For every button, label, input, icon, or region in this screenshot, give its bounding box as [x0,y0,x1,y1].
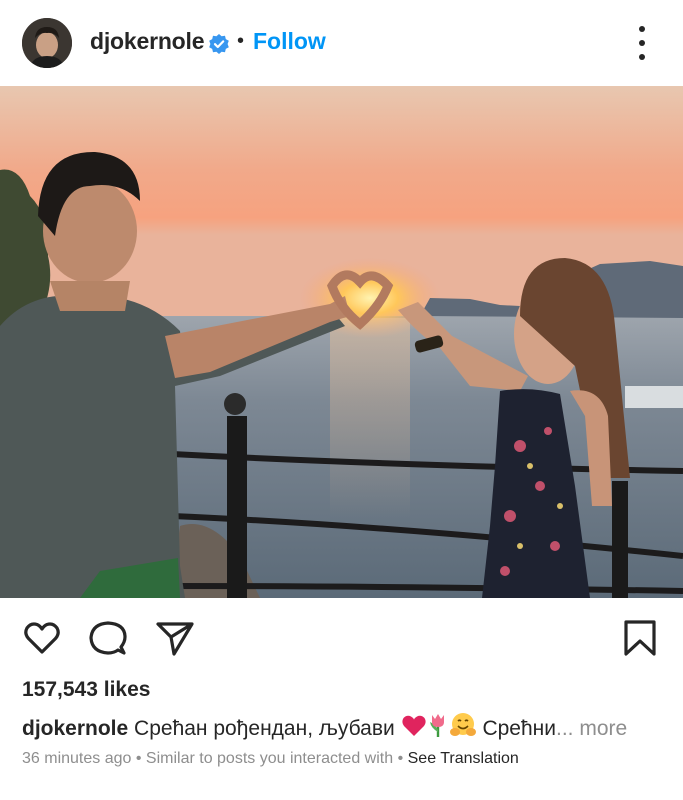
send-icon[interactable] [155,618,195,658]
caption-text: Срећан рођендан, љубави [134,717,395,740]
post-header: djokernole • Follow [0,0,683,86]
more-options-icon[interactable] [630,26,654,60]
caption-username[interactable]: djokernole [22,717,128,740]
red-heart-emoji-icon [401,715,426,736]
post-photo[interactable] [0,86,683,598]
post-meta: 36 minutes ago • Similar to posts you in… [22,750,519,768]
verified-badge-icon [209,34,229,54]
similar-posts-note: Similar to posts you interacted with [145,750,394,767]
hugging-face-emoji-icon [449,713,476,736]
avatar[interactable] [22,18,72,68]
comment-icon[interactable] [88,618,128,658]
tulip-emoji-icon [429,714,444,737]
follow-button[interactable]: Follow [253,28,326,55]
see-translation-link[interactable]: See Translation [408,750,519,767]
caption-text-continued: Срећни [482,717,556,740]
caption-ellipsis: ... [555,717,574,740]
post-username[interactable]: djokernole [90,28,205,55]
meta-separator: • [131,750,146,767]
likes-count[interactable]: 157,543 likes [22,678,150,702]
meta-separator-2: • [393,750,408,767]
heart-icon[interactable] [22,618,62,658]
action-bar [0,598,683,678]
header-separator: • [237,30,245,52]
caption: djokernole Срећан рођендан, љубави Срећн… [22,712,667,741]
caption-more-link[interactable]: more [579,717,627,740]
post-timestamp: 36 minutes ago [22,750,132,767]
bookmark-icon[interactable] [620,618,660,658]
